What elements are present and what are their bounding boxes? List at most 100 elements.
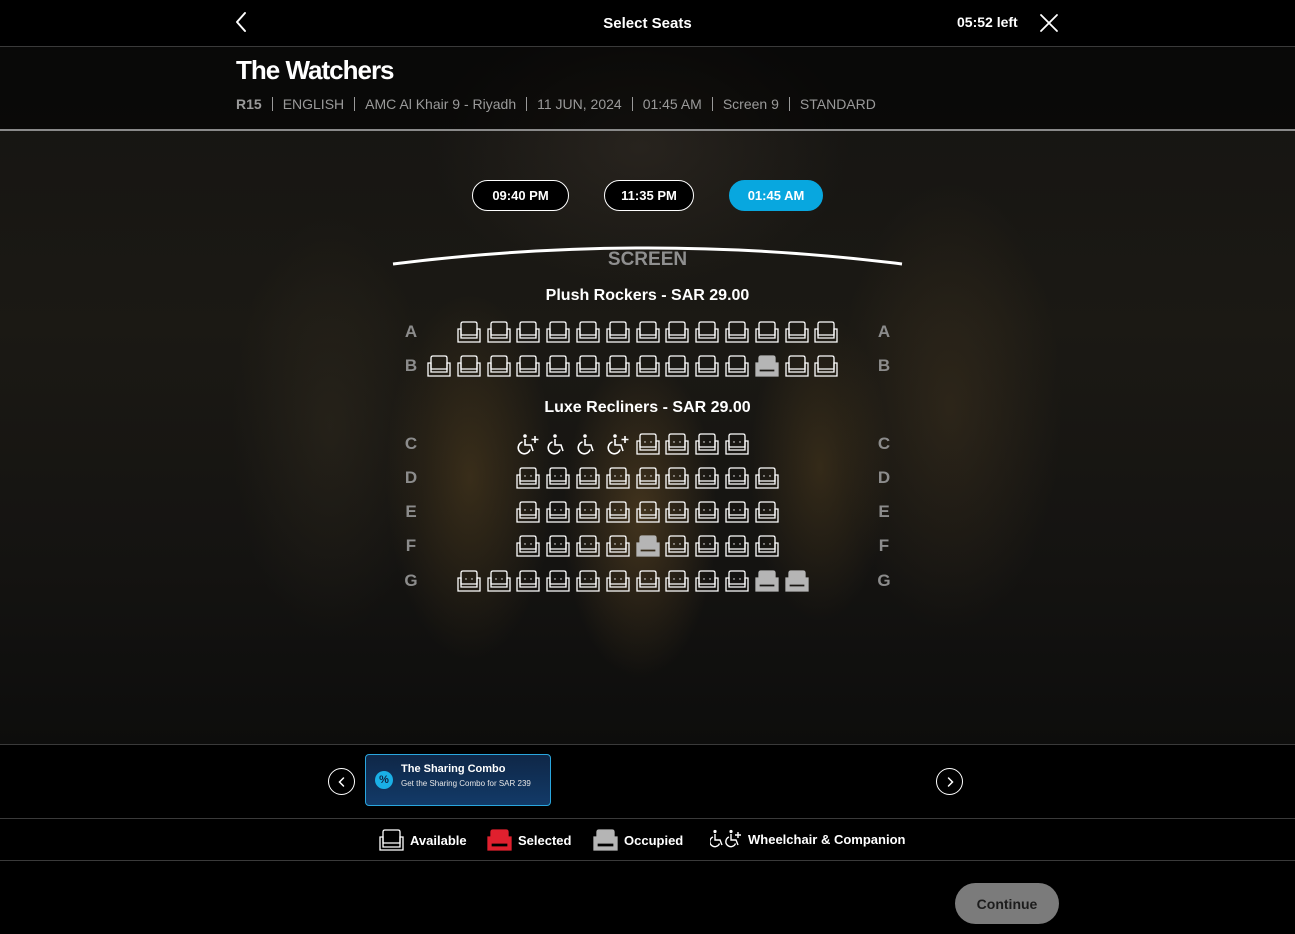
seat-b11[interactable] xyxy=(725,355,749,377)
seat-f4[interactable] xyxy=(606,535,630,557)
seat-a2[interactable] xyxy=(487,321,511,343)
offers-prev-button[interactable] xyxy=(328,768,355,795)
legend-available: Available xyxy=(379,829,467,851)
seat-e8[interactable] xyxy=(725,501,749,523)
seat-g7[interactable] xyxy=(636,570,660,592)
seat-g5[interactable] xyxy=(576,570,600,592)
meta-separator xyxy=(788,97,790,111)
seat-f2[interactable] xyxy=(546,535,570,557)
seat-c6[interactable] xyxy=(665,433,689,455)
seat-a8[interactable] xyxy=(665,321,689,343)
seat-b10[interactable] xyxy=(695,355,719,377)
continue-button[interactable]: Continue xyxy=(955,883,1059,924)
seat-e1[interactable] xyxy=(516,501,540,523)
legend-selected-label: Selected xyxy=(518,832,572,848)
seat-d4[interactable] xyxy=(606,467,630,489)
seat-a7[interactable] xyxy=(636,321,660,343)
chevron-left-icon xyxy=(337,776,344,787)
seat-d7[interactable] xyxy=(695,467,719,489)
wheelchair-seat-c4[interactable] xyxy=(606,433,630,455)
meta-separator xyxy=(711,97,713,111)
seat-d2[interactable] xyxy=(546,467,570,489)
seat-a10[interactable] xyxy=(725,321,749,343)
showtime-1135pm[interactable]: 11:35 PM xyxy=(604,180,694,211)
seat-b9[interactable] xyxy=(665,355,689,377)
seat-b2[interactable] xyxy=(457,355,481,377)
seat-f6[interactable] xyxy=(665,535,689,557)
seat-d6[interactable] xyxy=(665,467,689,489)
seat-d9[interactable] xyxy=(755,467,779,489)
meta-format: STANDARD xyxy=(799,96,876,112)
offers-next-button[interactable] xyxy=(936,768,963,795)
movie-meta: R15 ENGLISH AMC Al Khair 9 - Riyadh 11 J… xyxy=(236,96,876,112)
seat-d3[interactable] xyxy=(576,467,600,489)
row-label-c-left: C xyxy=(404,434,418,453)
seat-a3[interactable] xyxy=(516,321,540,343)
seat-d5[interactable] xyxy=(636,467,660,489)
seat-b13[interactable] xyxy=(785,355,809,377)
seat-g2[interactable] xyxy=(487,570,511,592)
offer-card[interactable]: % The Sharing Combo Get the Sharing Comb… xyxy=(365,754,551,806)
seat-f1[interactable] xyxy=(516,535,540,557)
seat-d8[interactable] xyxy=(725,467,749,489)
meta-separator xyxy=(631,97,633,111)
seat-d1[interactable] xyxy=(516,467,540,489)
row-label-c-right: C xyxy=(877,434,891,453)
meta-separator xyxy=(271,97,273,111)
background-image xyxy=(0,47,1295,744)
percent-icon: % xyxy=(375,771,393,789)
seat-g6[interactable] xyxy=(606,570,630,592)
seat-f7[interactable] xyxy=(695,535,719,557)
seat-b8[interactable] xyxy=(636,355,660,377)
close-icon[interactable] xyxy=(1038,12,1060,34)
seat-c8[interactable] xyxy=(725,433,749,455)
showtime-0145am[interactable]: 01:45 AM xyxy=(729,180,823,211)
legend-available-label: Available xyxy=(410,832,467,848)
seat-a12[interactable] xyxy=(785,321,809,343)
seat-g3[interactable] xyxy=(516,570,540,592)
seat-b14[interactable] xyxy=(814,355,838,377)
seat-a6[interactable] xyxy=(606,321,630,343)
wheelchair-seat-c2[interactable] xyxy=(546,433,570,455)
seat-f3[interactable] xyxy=(576,535,600,557)
legend-wheelchair-label: Wheelchair & Companion xyxy=(748,831,906,847)
row-label-f-left: F xyxy=(405,536,417,555)
seat-e5[interactable] xyxy=(636,501,660,523)
seat-e3[interactable] xyxy=(576,501,600,523)
seat-g4[interactable] xyxy=(546,570,570,592)
selected-seat-icon xyxy=(487,829,512,851)
seat-g8[interactable] xyxy=(665,570,689,592)
seat-b4[interactable] xyxy=(516,355,540,377)
seat-a5[interactable] xyxy=(576,321,600,343)
seat-e7[interactable] xyxy=(695,501,719,523)
seat-b7[interactable] xyxy=(606,355,630,377)
meta-separator xyxy=(354,97,356,111)
seat-b1[interactable] xyxy=(427,355,451,377)
seat-g10[interactable] xyxy=(725,570,749,592)
footer: Continue xyxy=(0,861,1295,934)
seat-a13[interactable] xyxy=(814,321,838,343)
seat-a9[interactable] xyxy=(695,321,719,343)
seat-a1[interactable] xyxy=(457,321,481,343)
seat-g1[interactable] xyxy=(457,570,481,592)
available-seat-icon xyxy=(379,829,404,851)
seat-a4[interactable] xyxy=(546,321,570,343)
seat-b6[interactable] xyxy=(576,355,600,377)
seat-c5[interactable] xyxy=(636,433,660,455)
seat-f9[interactable] xyxy=(755,535,779,557)
seat-b5[interactable] xyxy=(546,355,570,377)
seat-e2[interactable] xyxy=(546,501,570,523)
seat-f8[interactable] xyxy=(725,535,749,557)
seat-c7[interactable] xyxy=(695,433,719,455)
seat-e4[interactable] xyxy=(606,501,630,523)
meta-time: 01:45 AM xyxy=(642,96,702,112)
seat-e9[interactable] xyxy=(755,501,779,523)
seat-g9[interactable] xyxy=(695,570,719,592)
seat-e6[interactable] xyxy=(665,501,689,523)
wheelchair-seat-c1[interactable] xyxy=(516,433,540,455)
showtime-0940pm[interactable]: 09:40 PM xyxy=(472,180,569,211)
row-label-d-left: D xyxy=(404,468,418,487)
seat-a11[interactable] xyxy=(755,321,779,343)
wheelchair-seat-c3[interactable] xyxy=(576,433,600,455)
seat-b3[interactable] xyxy=(487,355,511,377)
